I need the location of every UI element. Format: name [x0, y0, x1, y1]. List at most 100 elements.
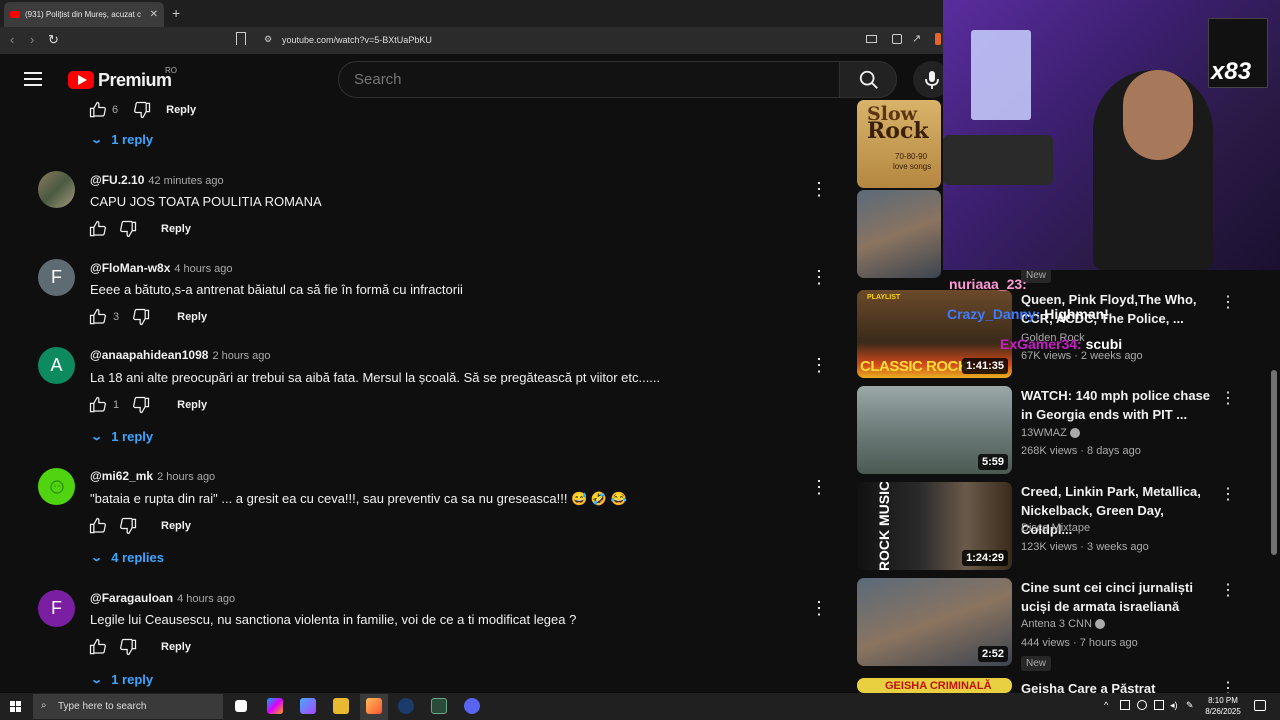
more-options-icon[interactable]: ⋮	[1220, 388, 1236, 408]
sidebar-scrollbar[interactable]	[1271, 370, 1277, 555]
view-replies-link[interactable]: ⌄ 4 replies	[90, 550, 164, 565]
tray-network-icon[interactable]	[1137, 700, 1147, 710]
reply-button[interactable]: Reply	[161, 641, 191, 653]
video-thumbnail[interactable]: PLAYLIST CLASSIC ROCK 1:41:35	[857, 290, 1012, 378]
volume-icon[interactable]: ◂)	[1170, 700, 1178, 711]
search-button[interactable]	[839, 61, 897, 98]
notification-icon[interactable]	[1254, 700, 1266, 711]
video-thumbnail[interactable]: ROCK MUSIC 1:24:29	[857, 482, 1012, 570]
reply-button[interactable]: Reply	[161, 520, 191, 532]
avatar[interactable]: F	[38, 590, 75, 627]
reply-button[interactable]: Reply	[161, 223, 191, 235]
brave-shield-icon[interactable]	[935, 33, 941, 45]
comment-time[interactable]: 2 hours ago	[212, 350, 270, 362]
task-view-icon[interactable]	[235, 700, 247, 712]
sidebar-video[interactable]: 5:59 WATCH: 140 mph police chase in Geor…	[857, 386, 1277, 476]
dislike-icon[interactable]	[118, 219, 138, 239]
install-icon[interactable]	[892, 34, 902, 44]
url-text[interactable]: youtube.com/watch?v=5-BXtUaPbKU	[282, 35, 432, 45]
reply-button[interactable]: Reply	[166, 104, 196, 116]
file-explorer-icon[interactable]	[333, 698, 349, 714]
like-icon[interactable]	[88, 219, 108, 239]
tray-display-icon[interactable]	[1154, 700, 1164, 710]
tray-chevron-icon[interactable]: ^	[1104, 700, 1108, 710]
video-thumbnail[interactable]: 5:59	[857, 386, 1012, 474]
video-thumbnail[interactable]: GEISHA CRIMINALĂ	[857, 678, 1012, 693]
reply-button[interactable]: Reply	[177, 311, 207, 323]
view-replies-link[interactable]: ⌄ 1 reply	[90, 132, 153, 147]
view-replies-link[interactable]: ⌄ 1 reply	[90, 429, 153, 444]
new-tab-icon[interactable]: +	[172, 5, 180, 21]
share-icon[interactable]: ↗	[912, 32, 921, 45]
more-options-icon[interactable]: ⋮	[810, 355, 828, 375]
forward-icon[interactable]: ›	[30, 32, 34, 47]
tray-app-icon[interactable]	[1120, 700, 1130, 710]
menu-icon[interactable]	[24, 72, 42, 86]
view-replies-link[interactable]: ⌄ 1 reply	[90, 672, 153, 687]
dislike-icon[interactable]	[118, 516, 138, 536]
like-icon[interactable]	[88, 637, 108, 657]
dislike-icon[interactable]	[131, 307, 151, 327]
comment-time[interactable]: 42 minutes ago	[148, 175, 223, 187]
more-options-icon[interactable]: ⋮	[810, 267, 828, 287]
steam-icon[interactable]	[398, 698, 414, 714]
terminal-icon[interactable]	[431, 698, 447, 714]
video-thumbnail[interactable]	[857, 190, 941, 278]
discord-icon[interactable]	[464, 698, 480, 714]
video-title[interactable]: Cine sunt cei cinci jurnaliști uciși de …	[1021, 578, 1211, 616]
dislike-icon[interactable]	[131, 395, 151, 415]
sidebar-video[interactable]: 2:52 Cine sunt cei cinci jurnaliști uciș…	[857, 578, 1277, 671]
avatar[interactable]	[38, 171, 75, 208]
sidebar-video[interactable]: ROCK MUSIC 1:24:29 Creed, Linkin Park, M…	[857, 482, 1277, 572]
comment-author[interactable]: @mi62_mk	[90, 469, 153, 483]
bookmark-icon[interactable]	[236, 32, 246, 45]
more-options-icon[interactable]: ⋮	[1220, 292, 1236, 312]
copilot-app-icon[interactable]	[300, 698, 316, 714]
more-options-icon[interactable]: ⋮	[810, 477, 828, 497]
pen-icon[interactable]: ✎	[1186, 700, 1194, 711]
comment-time[interactable]: 2 hours ago	[157, 471, 215, 483]
avatar[interactable]: F	[38, 259, 75, 296]
channel-name[interactable]: Disco Mixtape	[1021, 522, 1090, 534]
browser-tab[interactable]: (931) Polițist din Mureș, acuzat c ✕	[4, 2, 164, 27]
close-tab-icon[interactable]: ✕	[150, 9, 158, 20]
site-info-icon[interactable]: ⚙	[264, 34, 272, 45]
logo-text[interactable]: Premium	[98, 70, 172, 91]
like-icon[interactable]	[88, 307, 108, 327]
more-options-icon[interactable]: ⋮	[810, 179, 828, 199]
like-icon[interactable]	[88, 100, 108, 120]
like-icon[interactable]	[88, 516, 108, 536]
avatar[interactable]: A	[38, 347, 75, 384]
video-title[interactable]: Geisha Care a Păstrat	[1021, 679, 1211, 693]
more-options-icon[interactable]: ⋮	[1220, 678, 1236, 693]
cast-icon[interactable]	[866, 35, 877, 43]
comment-author[interactable]: @FU.2.10	[90, 173, 144, 187]
dislike-icon[interactable]	[118, 637, 138, 657]
system-clock[interactable]: 8:10 PM 8/26/2025	[1200, 695, 1246, 717]
search-input[interactable]	[338, 61, 840, 98]
back-icon[interactable]: ‹	[10, 32, 14, 47]
dislike-icon[interactable]	[132, 100, 152, 120]
channel-name[interactable]: 13WMAZ	[1021, 427, 1080, 439]
sidebar-video[interactable]: GEISHA CRIMINALĂ Geisha Care a Păstrat ⋮	[857, 678, 1277, 693]
taskbar-search[interactable]: Type here to search	[33, 694, 223, 719]
video-thumbnail[interactable]: 2:52	[857, 578, 1012, 666]
reply-button[interactable]: Reply	[177, 399, 207, 411]
brave-browser-icon[interactable]	[366, 698, 382, 714]
comment-author[interactable]: @FloMan-w8x	[90, 261, 170, 275]
windows-start-icon[interactable]	[10, 701, 21, 712]
more-options-icon[interactable]: ⋮	[1220, 484, 1236, 504]
more-options-icon[interactable]: ⋮	[810, 598, 828, 618]
sidebar-video[interactable]: PLAYLIST CLASSIC ROCK 1:41:35 Queen, Pin…	[857, 290, 1277, 380]
avatar[interactable]	[38, 468, 75, 505]
comment-time[interactable]: 4 hours ago	[174, 263, 232, 275]
copilot-icon[interactable]	[267, 698, 283, 714]
channel-name[interactable]: Antena 3 CNN	[1021, 618, 1105, 630]
like-icon[interactable]	[88, 395, 108, 415]
comment-time[interactable]: 4 hours ago	[177, 593, 235, 605]
comment-author[interactable]: @FaragauIoan	[90, 591, 173, 605]
comment-author[interactable]: @anaapahidean1098	[90, 348, 208, 362]
reload-icon[interactable]: ↻	[48, 32, 59, 48]
video-thumbnail[interactable]: Slow Rock 70-80-90 love songs	[857, 100, 941, 188]
video-title[interactable]: WATCH: 140 mph police chase in Georgia e…	[1021, 386, 1211, 424]
